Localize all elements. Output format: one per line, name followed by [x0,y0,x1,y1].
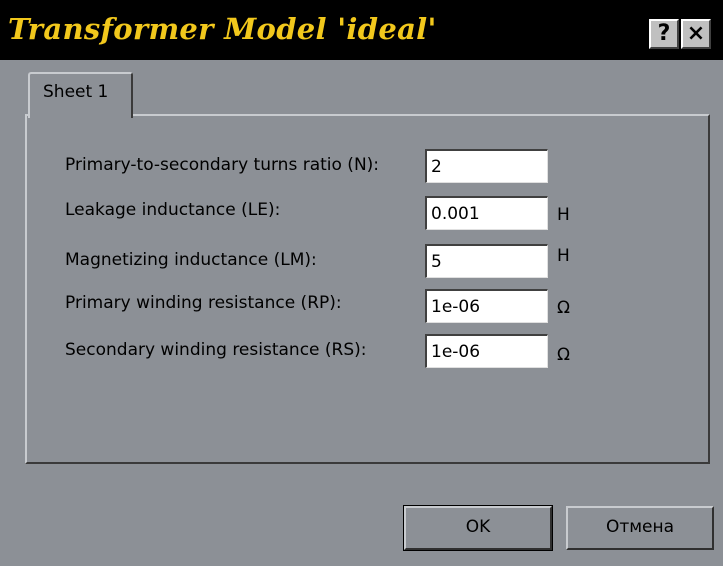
tab-sheet-1[interactable]: Sheet 1 [28,72,133,118]
title-bar[interactable]: Transformer Model 'ideal' ? × [0,0,723,60]
magnetizing-inductance-field[interactable] [425,244,548,278]
secondary-resistance-unit: Ω [557,345,570,365]
close-button[interactable]: × [681,19,711,49]
primary-resistance-unit: Ω [557,298,570,318]
magnetizing-inductance-label: Magnetizing inductance (LM): [65,250,317,270]
turns-ratio-field[interactable] [425,149,548,183]
secondary-resistance-field[interactable] [425,334,548,368]
primary-resistance-label: Primary winding resistance (RP): [65,293,342,313]
leakage-inductance-unit: H [557,205,570,225]
primary-resistance-field[interactable] [425,289,548,323]
leakage-inductance-label: Leakage inductance (LE): [65,200,281,220]
window-title: Transformer Model 'ideal' [8,12,437,46]
magnetizing-inductance-unit: H [557,246,570,266]
cancel-button[interactable]: Отмена [566,506,714,550]
leakage-inductance-field[interactable] [425,196,548,230]
ok-button[interactable]: OK [403,505,553,551]
turns-ratio-label: Primary-to-secondary turns ratio (N): [65,155,380,175]
help-button[interactable]: ? [649,19,679,49]
secondary-resistance-label: Secondary winding resistance (RS): [65,340,367,360]
